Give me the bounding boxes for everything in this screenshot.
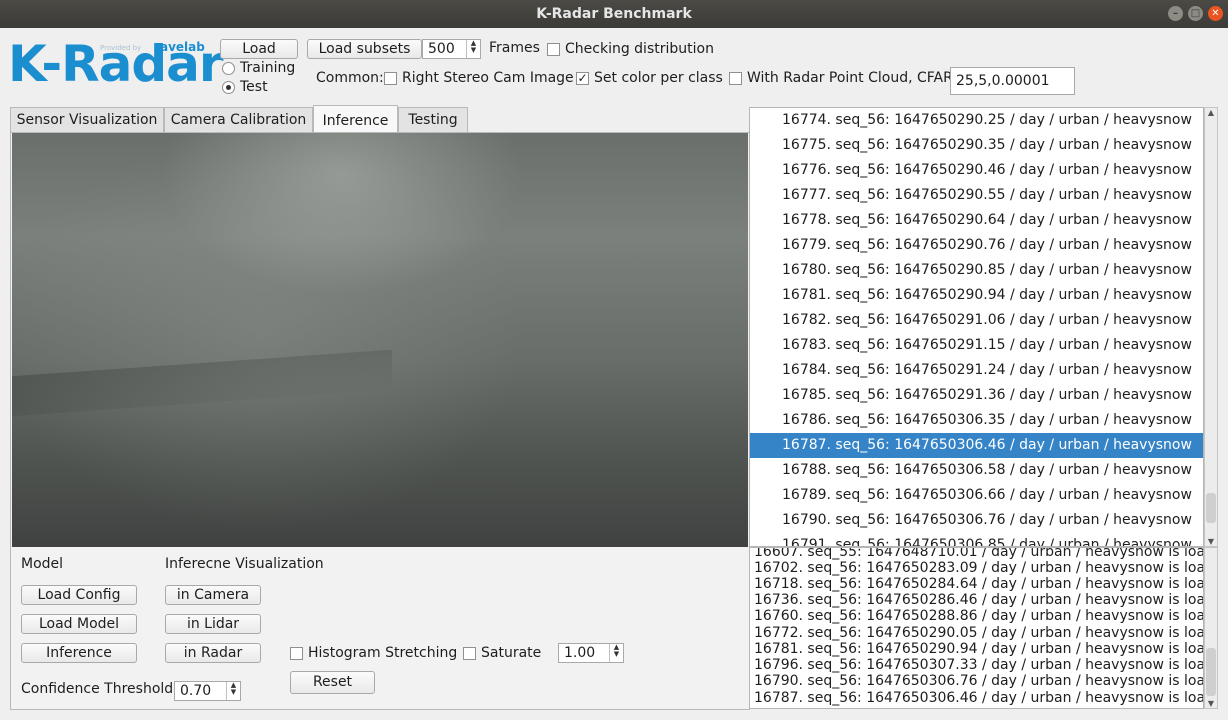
test-radio[interactable] [222, 81, 235, 94]
tab-testing[interactable]: Testing [398, 107, 468, 132]
tab-camera-calibration[interactable]: Camera Calibration [164, 107, 313, 132]
reset-button[interactable]: Reset [290, 671, 375, 694]
saturate-spinbox[interactable]: 1.00 ▲ ▼ [558, 643, 624, 663]
list-item[interactable]: 16784. seq_56: 1647650291.24 / day / urb… [750, 358, 1203, 383]
load-model-button[interactable]: Load Model [21, 614, 137, 634]
camera-image [12, 133, 748, 547]
list-item[interactable]: 16776. seq_56: 1647650290.46 / day / urb… [750, 158, 1203, 183]
in-radar-button[interactable]: in Radar [165, 643, 261, 663]
checking-distribution-checkbox[interactable] [547, 43, 560, 56]
minimize-icon[interactable]: – [1168, 6, 1183, 21]
log-scroll-down-icon[interactable]: ▼ [1206, 699, 1216, 708]
maximize-icon[interactable]: □ [1188, 6, 1203, 21]
confidence-value: 0.70 [180, 683, 212, 699]
scroll-down-icon[interactable]: ▼ [1206, 537, 1216, 546]
spin-arrows-icon[interactable]: ▲ ▼ [466, 40, 480, 58]
training-label: Training [240, 60, 296, 76]
scrollbar-thumb[interactable] [1206, 493, 1216, 523]
histogram-stretching-checkbox[interactable] [290, 647, 303, 660]
spin-arrows-icon[interactable]: ▲ ▼ [226, 682, 240, 700]
sequence-list[interactable]: 16774. seq_56: 1647650290.25 / day / urb… [749, 107, 1204, 547]
list-item[interactable]: 16778. seq_56: 1647650290.64 / day / urb… [750, 208, 1203, 233]
log-scrollbar[interactable]: ▼ [1204, 547, 1218, 709]
right-stereo-label: Right Stereo Cam Image [402, 70, 574, 86]
in-lidar-button[interactable]: in Lidar [165, 614, 261, 634]
list-item-selected[interactable]: 16787. seq_56: 1647650306.46 / day / urb… [750, 433, 1203, 458]
frames-label: Frames [489, 40, 540, 56]
list-item[interactable]: 16777. seq_56: 1647650290.55 / day / urb… [750, 183, 1203, 208]
saturate-value: 1.00 [564, 645, 596, 661]
load-subsets-button[interactable]: Load subsets [307, 39, 422, 59]
list-item[interactable]: 16783. seq_56: 1647650291.15 / day / urb… [750, 333, 1203, 358]
log-scrollbar-thumb[interactable] [1206, 648, 1216, 696]
log-line: 16790. seq_56: 1647650306.76 / day / urb… [754, 673, 1204, 689]
logo-provided-by: Provided by [100, 44, 142, 52]
confidence-threshold-label: Confidence Threshold: [21, 681, 178, 697]
cfar-input[interactable]: 25,5,0.00001 [950, 67, 1075, 95]
sequence-list-scrollbar[interactable]: ▲ ▼ [1204, 107, 1218, 547]
list-item[interactable]: 16786. seq_56: 1647650306.35 / day / urb… [750, 408, 1203, 433]
right-stereo-checkbox[interactable] [384, 72, 397, 85]
checking-distribution-label: Checking distribution [565, 41, 714, 57]
log-line: 16781. seq_56: 1647650290.94 / day / urb… [754, 641, 1204, 657]
close-icon[interactable]: ✕ [1208, 6, 1223, 21]
confidence-threshold-spinbox[interactable]: 0.70 ▲ ▼ [174, 681, 241, 701]
list-item[interactable]: 16791. seq_56: 1647650306.85 / day / urb… [750, 533, 1203, 546]
saturate-label: Saturate [481, 645, 542, 661]
log-line: 16607. seq_55: 1647648710.01 / day / urb… [754, 547, 1204, 560]
list-item[interactable]: 16775. seq_56: 1647650290.35 / day / urb… [750, 133, 1203, 158]
common-label: Common: [316, 70, 384, 86]
subsets-spinbox[interactable]: 500 ▲ ▼ [422, 39, 481, 59]
radar-pc-checkbox[interactable] [729, 72, 742, 85]
window-title: K-Radar Benchmark [536, 6, 692, 22]
list-item[interactable]: 16789. seq_56: 1647650306.66 / day / urb… [750, 483, 1203, 508]
test-label: Test [240, 79, 268, 95]
log-line: 16787. seq_56: 1647650306.46 / day / urb… [754, 690, 1204, 706]
scroll-up-icon[interactable]: ▲ [1206, 108, 1216, 117]
list-item[interactable]: 16785. seq_56: 1647650291.36 / day / urb… [750, 383, 1203, 408]
saturate-checkbox[interactable] [463, 647, 476, 660]
log-line: 16772. seq_56: 1647650290.05 / day / urb… [754, 625, 1204, 641]
model-label: Model [21, 556, 64, 572]
list-item[interactable]: 16774. seq_56: 1647650290.25 / day / urb… [750, 108, 1203, 133]
inference-visualization-label: Inferecne Visualization [165, 556, 324, 572]
set-color-label: Set color per class [594, 70, 723, 86]
log-line: 16718. seq_56: 1647650284.64 / day / urb… [754, 576, 1204, 592]
load-button[interactable]: Load [220, 39, 298, 59]
list-item[interactable]: 16790. seq_56: 1647650306.76 / day / urb… [750, 508, 1203, 533]
log-line: 16702. seq_56: 1647650283.09 / day / urb… [754, 560, 1204, 576]
set-color-checkbox[interactable]: ✓ [576, 72, 589, 85]
list-item[interactable]: 16782. seq_56: 1647650291.06 / day / urb… [750, 308, 1203, 333]
log-line: 16760. seq_56: 1647650288.86 / day / urb… [754, 608, 1204, 624]
guardrail-shape [12, 349, 392, 417]
radar-pc-label: With Radar Point Cloud, CFAR: [747, 70, 958, 86]
log-line: 16796. seq_56: 1647650307.33 / day / urb… [754, 657, 1204, 673]
list-item[interactable]: 16780. seq_56: 1647650290.85 / day / urb… [750, 258, 1203, 283]
training-radio[interactable] [222, 62, 235, 75]
spin-arrows-icon[interactable]: ▲ ▼ [609, 644, 623, 662]
tab-inference[interactable]: Inference [313, 105, 398, 133]
logo-brand: avelab [160, 40, 205, 54]
load-config-button[interactable]: Load Config [21, 585, 137, 605]
list-item[interactable]: 16779. seq_56: 1647650290.76 / day / urb… [750, 233, 1203, 258]
in-camera-button[interactable]: in Camera [165, 585, 261, 605]
subsets-value: 500 [428, 41, 455, 57]
list-item[interactable]: 16781. seq_56: 1647650290.94 / day / urb… [750, 283, 1203, 308]
histogram-stretching-label: Histogram Stretching [308, 645, 458, 661]
inference-button[interactable]: Inference [21, 643, 137, 663]
log-line: 16736. seq_56: 1647650286.46 / day / urb… [754, 592, 1204, 608]
load-log: 16607. seq_55: 1647648710.01 / day / urb… [749, 547, 1204, 709]
list-item[interactable]: 16788. seq_56: 1647650306.58 / day / urb… [750, 458, 1203, 483]
tab-sensor-visualization[interactable]: Sensor Visualization [10, 107, 164, 132]
